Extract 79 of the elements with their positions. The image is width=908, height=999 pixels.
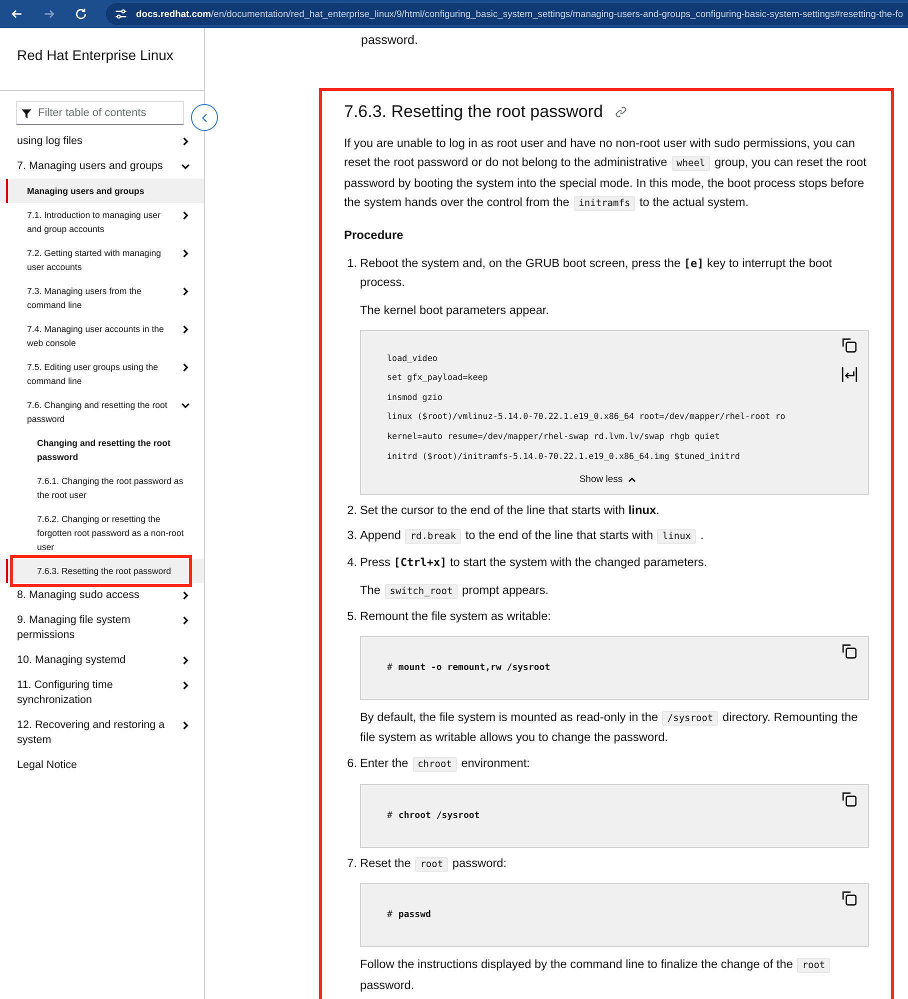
step-text: Reset the root password:: [360, 854, 508, 874]
procedure-title: Procedure: [344, 226, 404, 244]
chevron-right-icon: [181, 616, 190, 625]
filter-field[interactable]: Filter table of contents: [16, 101, 184, 125]
back-icon[interactable]: [10, 7, 24, 21]
caret-up-icon: [628, 476, 636, 484]
sidebar-title: Red Hat Enterprise Linux: [0, 28, 204, 91]
show-less-button[interactable]: Show less: [579, 470, 636, 490]
url-text: docs.redhat.com/en/documentation/red_hat_enterprise_linux/9/html/configuring_basic_system_settings/managing-users-and-groups_configuring-basic-system-settings#resetting-the-fo: [136, 6, 904, 21]
paragraph: If you are unable to log in as root user and have no non-root user with sudo permissions, you can reset the root password or do not belong to the administrative wheel group, you can reset the root password by booting the system into the special mode. In this mode, the boot process stops before the system hands over the control from the initramfs to the actual system.: [344, 134, 868, 214]
chevron-right-icon: [181, 656, 190, 665]
code-line: kernel=auto resume=/dev/mapper/rhel-swap rd.lvm.lv/swap rhgb quiet: [387, 430, 721, 444]
toc-item[interactable]: 7.4. Managing user accounts in the web console: [0, 317, 204, 355]
step-number: 4.: [346, 554, 358, 571]
code-line: initrd ($root)/initramfs-5.14.0-70.22.1.e19_0.x86_64.img $tuned_initrd: [387, 450, 741, 463]
step-number: 2.: [346, 502, 358, 519]
chevron-down-icon: [181, 162, 190, 171]
code-line: set gfx_payload=keep: [387, 371, 489, 384]
paragraph: The kernel boot parameters appear.: [360, 302, 550, 320]
code-line: # chroot /sysroot: [387, 810, 481, 823]
step-text: Enter the chroot environment:: [360, 754, 531, 774]
chevron-down-icon: [181, 401, 190, 410]
site-settings-icon[interactable]: [114, 7, 128, 21]
step-text: Press [Ctrl+x] to start the system with the changed parameters.: [360, 554, 708, 571]
toc-item[interactable]: 10. Managing systemd: [0, 648, 204, 673]
chevron-right-icon: [181, 363, 190, 372]
paragraph: password.: [360, 32, 419, 49]
step-text: Set the cursor to the end of the line that starts with linux.: [360, 502, 660, 519]
step-number: 6.: [346, 754, 358, 772]
step-number: 1.: [346, 254, 358, 272]
toc-item[interactable]: 7.6. Changing and resetting the root password: [0, 393, 204, 431]
paragraph: Follow the instructions displayed by the command line to finalize the change of the root password.: [360, 955, 869, 996]
code-line: # passwd: [387, 909, 432, 922]
toc-item[interactable]: 7.6.1. Changing the root password as the root user: [0, 469, 204, 507]
toc-item[interactable]: 11. Configuring time synchronization: [0, 673, 204, 713]
toc-item[interactable]: Changing and resetting the root password: [0, 431, 204, 469]
code-line: insmod gzio: [387, 390, 444, 404]
toc-item[interactable]: 9. Managing file system permissions: [0, 608, 204, 648]
toc-item[interactable]: Legal Notice: [0, 753, 204, 778]
chevron-right-icon: [181, 681, 190, 690]
copy-icon[interactable]: [841, 790, 858, 808]
toc-item[interactable]: 8. Managing sudo access: [0, 583, 204, 608]
chevron-right-icon: [181, 211, 190, 220]
step-number: 7.: [346, 854, 358, 872]
code-line: linux ($root)/vmlinuz-5.14.0-70.22.1.e19_0.x86_64 root=/dev/mapper/rhel-root ro: [387, 410, 786, 424]
paragraph: By default, the file system is mounted as read-only in the /sysroot directory. Remounting the file system as writable allows you to change the password.: [360, 708, 859, 746]
toc-item[interactable]: 7.5. Editing user groups using the command line: [0, 355, 204, 393]
chevron-right-icon: [181, 137, 190, 146]
code-line: # mount -o remount,rw /sysroot: [387, 662, 552, 675]
copy-icon[interactable]: [841, 642, 858, 660]
filter-icon: [21, 108, 32, 119]
step-number: 5.: [346, 608, 358, 626]
chevron-right-icon: [181, 249, 190, 258]
chevron-right-icon: [181, 325, 190, 334]
toc-item[interactable]: 7.3. Managing users from the command line: [0, 279, 204, 317]
toc-item[interactable]: 7.2. Getting started with managing user accounts: [0, 241, 204, 279]
address-bar[interactable]: docs.redhat.com/en/documentation/red_hat_enterprise_linux/9/html/configuring_basic_system_settings/managing-users-and-groups_configuring-basic-system-settings#resetting-the-fo: [106, 3, 908, 25]
collapse-button[interactable]: [191, 104, 218, 131]
link-icon[interactable]: [614, 106, 627, 118]
chevron-right-icon: [181, 287, 190, 296]
step-text: Append rd.break to the end of the line that starts with linux .: [360, 527, 705, 546]
toc-item[interactable]: 7.1. Introduction to managing user and group accounts: [0, 203, 204, 241]
toc-item[interactable]: 7.6.2. Changing or resetting the forgotten root password as a non-root user: [0, 507, 204, 559]
step-text: Remount the file system as writable:: [360, 608, 552, 626]
reload-icon[interactable]: [74, 7, 88, 21]
toc-item[interactable]: using log files: [0, 129, 204, 154]
chevron-right-icon: [181, 721, 190, 730]
copy-icon[interactable]: [841, 890, 858, 908]
paragraph: The switch_root prompt appears.: [360, 582, 550, 601]
section-heading: 7.6.3. Resetting the root password: [344, 101, 603, 123]
toc-item[interactable]: 12. Recovering and restoring a system: [0, 713, 204, 753]
step-text: Reboot the system and, on the GRUB boot screen, press the [e] key to interrupt the boot process.: [360, 254, 833, 292]
copy-icon[interactable]: [841, 336, 858, 354]
chevron-right-icon: [181, 591, 190, 600]
code-line: load_video: [387, 352, 438, 365]
toc-item[interactable]: Managing users and groups: [0, 179, 204, 203]
wrap-icon[interactable]: [841, 366, 858, 383]
step-number: 3.: [346, 527, 358, 544]
toc-item[interactable]: 7. Managing users and groups: [0, 154, 204, 179]
